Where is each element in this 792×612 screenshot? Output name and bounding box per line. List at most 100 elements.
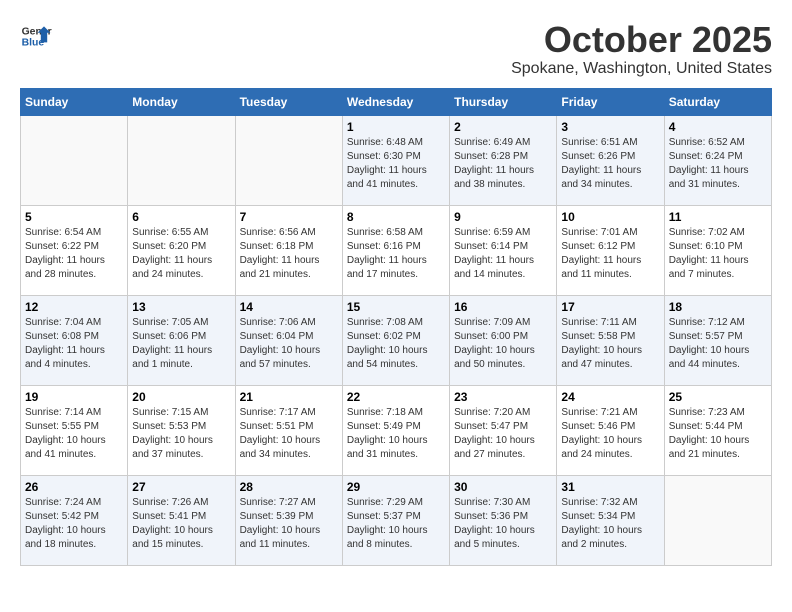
- day-info: Sunrise: 7:11 AMSunset: 5:58 PMDaylight:…: [561, 316, 659, 372]
- day-info: Sunrise: 6:59 AMSunset: 6:14 PMDaylight:…: [454, 226, 552, 282]
- day-number: 16: [454, 300, 552, 314]
- day-number: 19: [25, 390, 123, 404]
- day-info: Sunrise: 7:15 AMSunset: 5:53 PMDaylight:…: [132, 406, 230, 462]
- day-number: 26: [25, 480, 123, 494]
- calendar-cell: 8Sunrise: 6:58 AMSunset: 6:16 PMDaylight…: [342, 205, 449, 295]
- day-info: Sunrise: 7:02 AMSunset: 6:10 PMDaylight:…: [669, 226, 767, 282]
- calendar-cell: 1 Sunrise: 6:48 AMSunset: 6:30 PMDaylight…: [342, 115, 449, 205]
- day-info: Sunrise: 7:09 AMSunset: 6:00 PMDaylight:…: [454, 316, 552, 372]
- day-number: 28: [240, 480, 338, 494]
- calendar-cell: 9 Sunrise: 6:59 AMSunset: 6:14 PMDaylight…: [450, 205, 557, 295]
- calendar-cell: 23 Sunrise: 7:20 AMSunset: 5:47 PMDayligh…: [450, 385, 557, 475]
- calendar-cell: [235, 115, 342, 205]
- calendar-week-1: 1 Sunrise: 6:48 AMSunset: 6:30 PMDaylight…: [21, 115, 772, 205]
- day-info: Sunrise: 7:04 AMSunset: 6:08 PMDaylight:…: [25, 316, 123, 372]
- day-info: Sunrise: 7:12 AMSunset: 5:57 PMDaylight:…: [669, 316, 767, 372]
- month-title: October 2025: [511, 20, 772, 60]
- day-number: 21: [240, 390, 338, 404]
- calendar-cell: 5Sunrise: 6:54 AMSunset: 6:22 PMDaylight…: [21, 205, 128, 295]
- weekday-header-monday: Monday: [128, 88, 235, 115]
- day-number: 2: [454, 120, 552, 134]
- calendar-cell: 16 Sunrise: 7:09 AMSunset: 6:00 PMDayligh…: [450, 295, 557, 385]
- day-info: Sunrise: 6:52 AMSunset: 6:24 PMDaylight:…: [669, 136, 767, 192]
- calendar-cell: 31 Sunrise: 7:32 AMSunset: 5:34 PMDayligh…: [557, 475, 664, 565]
- day-number: 9: [454, 210, 552, 224]
- day-info: Sunrise: 7:21 AMSunset: 5:46 PMDaylight:…: [561, 406, 659, 462]
- calendar-cell: [21, 115, 128, 205]
- calendar-week-3: 12 Sunrise: 7:04 AMSunset: 6:08 PMDayligh…: [21, 295, 772, 385]
- day-number: 10: [561, 210, 659, 224]
- page-header: General Blue October 2025 Spokane, Washi…: [20, 20, 772, 78]
- day-info: Sunrise: 7:32 AMSunset: 5:34 PMDaylight:…: [561, 496, 659, 552]
- calendar-cell: 29Sunrise: 7:29 AMSunset: 5:37 PMDayligh…: [342, 475, 449, 565]
- day-info: Sunrise: 6:55 AMSunset: 6:20 PMDaylight:…: [132, 226, 230, 282]
- day-info: Sunrise: 6:49 AMSunset: 6:28 PMDaylight:…: [454, 136, 552, 192]
- day-info: Sunrise: 7:17 AMSunset: 5:51 PMDaylight:…: [240, 406, 338, 462]
- day-number: 1: [347, 120, 445, 134]
- day-info: Sunrise: 7:30 AMSunset: 5:36 PMDaylight:…: [454, 496, 552, 552]
- day-number: 23: [454, 390, 552, 404]
- day-number: 7: [240, 210, 338, 224]
- day-number: 14: [240, 300, 338, 314]
- calendar-cell: 24Sunrise: 7:21 AMSunset: 5:46 PMDayligh…: [557, 385, 664, 475]
- weekday-header-friday: Friday: [557, 88, 664, 115]
- weekday-header-tuesday: Tuesday: [235, 88, 342, 115]
- weekday-header-thursday: Thursday: [450, 88, 557, 115]
- calendar-table: SundayMondayTuesdayWednesdayThursdayFrid…: [20, 88, 772, 566]
- day-info: Sunrise: 7:05 AMSunset: 6:06 PMDaylight:…: [132, 316, 230, 372]
- calendar-cell: 28 Sunrise: 7:27 AMSunset: 5:39 PMDayligh…: [235, 475, 342, 565]
- calendar-cell: 18 Sunrise: 7:12 AMSunset: 5:57 PMDayligh…: [664, 295, 771, 385]
- day-info: Sunrise: 7:24 AMSunset: 5:42 PMDaylight:…: [25, 496, 123, 552]
- day-number: 4: [669, 120, 767, 134]
- calendar-cell: 19 Sunrise: 7:14 AMSunset: 5:55 PMDayligh…: [21, 385, 128, 475]
- day-number: 13: [132, 300, 230, 314]
- day-number: 31: [561, 480, 659, 494]
- day-number: 30: [454, 480, 552, 494]
- calendar-week-4: 19 Sunrise: 7:14 AMSunset: 5:55 PMDayligh…: [21, 385, 772, 475]
- logo-icon: General Blue: [20, 20, 52, 52]
- calendar-cell: 22Sunrise: 7:18 AMSunset: 5:49 PMDayligh…: [342, 385, 449, 475]
- day-number: 22: [347, 390, 445, 404]
- calendar-cell: 25 Sunrise: 7:23 AMSunset: 5:44 PMDayligh…: [664, 385, 771, 475]
- calendar-cell: 30 Sunrise: 7:30 AMSunset: 5:36 PMDayligh…: [450, 475, 557, 565]
- day-number: 6: [132, 210, 230, 224]
- weekday-header-wednesday: Wednesday: [342, 88, 449, 115]
- day-info: Sunrise: 7:14 AMSunset: 5:55 PMDaylight:…: [25, 406, 123, 462]
- day-number: 27: [132, 480, 230, 494]
- day-number: 11: [669, 210, 767, 224]
- calendar-week-5: 26 Sunrise: 7:24 AMSunset: 5:42 PMDayligh…: [21, 475, 772, 565]
- calendar-cell: [128, 115, 235, 205]
- day-info: Sunrise: 6:48 AMSunset: 6:30 PMDaylight:…: [347, 136, 445, 192]
- day-number: 17: [561, 300, 659, 314]
- calendar-cell: 11 Sunrise: 7:02 AMSunset: 6:10 PMDayligh…: [664, 205, 771, 295]
- logo: General Blue: [20, 20, 52, 52]
- calendar-cell: 4 Sunrise: 6:52 AMSunset: 6:24 PMDaylight…: [664, 115, 771, 205]
- day-info: Sunrise: 7:23 AMSunset: 5:44 PMDaylight:…: [669, 406, 767, 462]
- day-info: Sunrise: 6:51 AMSunset: 6:26 PMDaylight:…: [561, 136, 659, 192]
- day-info: Sunrise: 7:08 AMSunset: 6:02 PMDaylight:…: [347, 316, 445, 372]
- weekday-header-saturday: Saturday: [664, 88, 771, 115]
- calendar-cell: 10Sunrise: 7:01 AMSunset: 6:12 PMDayligh…: [557, 205, 664, 295]
- calendar-cell: 14 Sunrise: 7:06 AMSunset: 6:04 PMDayligh…: [235, 295, 342, 385]
- day-info: Sunrise: 7:06 AMSunset: 6:04 PMDaylight:…: [240, 316, 338, 372]
- title-block: October 2025 Spokane, Washington, United…: [511, 20, 772, 78]
- day-number: 12: [25, 300, 123, 314]
- day-info: Sunrise: 7:27 AMSunset: 5:39 PMDaylight:…: [240, 496, 338, 552]
- calendar-cell: 21 Sunrise: 7:17 AMSunset: 5:51 PMDayligh…: [235, 385, 342, 475]
- calendar-cell: 13 Sunrise: 7:05 AMSunset: 6:06 PMDayligh…: [128, 295, 235, 385]
- calendar-cell: [664, 475, 771, 565]
- day-number: 20: [132, 390, 230, 404]
- calendar-cell: 17 Sunrise: 7:11 AMSunset: 5:58 PMDayligh…: [557, 295, 664, 385]
- day-number: 25: [669, 390, 767, 404]
- day-number: 15: [347, 300, 445, 314]
- weekday-header-row: SundayMondayTuesdayWednesdayThursdayFrid…: [21, 88, 772, 115]
- calendar-week-2: 5Sunrise: 6:54 AMSunset: 6:22 PMDaylight…: [21, 205, 772, 295]
- calendar-cell: 26 Sunrise: 7:24 AMSunset: 5:42 PMDayligh…: [21, 475, 128, 565]
- day-info: Sunrise: 7:20 AMSunset: 5:47 PMDaylight:…: [454, 406, 552, 462]
- day-info: Sunrise: 6:54 AMSunset: 6:22 PMDaylight:…: [25, 226, 123, 282]
- day-number: 18: [669, 300, 767, 314]
- calendar-cell: 7Sunrise: 6:56 AMSunset: 6:18 PMDaylight…: [235, 205, 342, 295]
- calendar-cell: 20 Sunrise: 7:15 AMSunset: 5:53 PMDayligh…: [128, 385, 235, 475]
- day-number: 8: [347, 210, 445, 224]
- calendar-cell: 3Sunrise: 6:51 AMSunset: 6:26 PMDaylight…: [557, 115, 664, 205]
